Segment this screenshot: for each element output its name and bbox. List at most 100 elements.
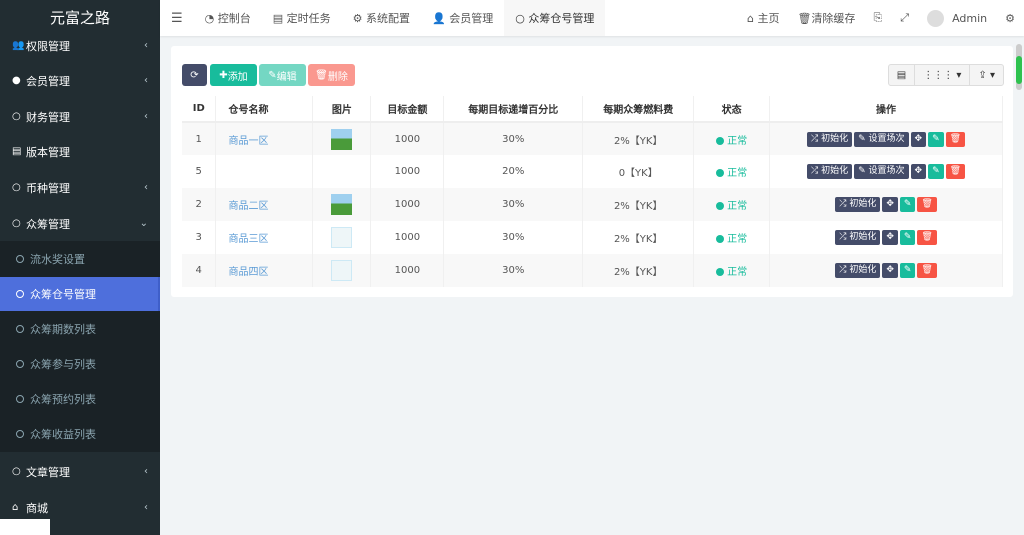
init-button[interactable]: ⤮ 初始化 xyxy=(807,131,853,147)
init-button[interactable]: ⤮ 初始化 xyxy=(835,230,881,245)
drag-move-icon[interactable]: ✥ xyxy=(882,197,898,212)
edit-label: 编辑 xyxy=(276,71,297,83)
translate-icon[interactable]: ⎘ xyxy=(864,11,891,25)
avatar xyxy=(927,9,945,27)
sidebar-item[interactable]: ○ 众筹管理 ⌄ xyxy=(0,206,160,241)
submenu-item-label: 流水奖设置 xyxy=(30,253,85,266)
submenu-item[interactable]: 众筹收益列表 xyxy=(0,417,160,451)
cell-image xyxy=(312,155,372,188)
product-image[interactable] xyxy=(331,128,353,150)
scrollbar[interactable] xyxy=(1016,44,1022,90)
set-round-label: 设置场次 xyxy=(868,133,905,144)
cell-amount: 1000 xyxy=(370,155,445,188)
clear-cache-button[interactable]: 🗑 清除缓存 xyxy=(788,10,864,26)
edit-row-button[interactable]: ✎ xyxy=(928,164,944,179)
submenu-item-label: 众筹仓号管理 xyxy=(30,288,96,301)
header-tab[interactable]: ▤ 定时任务 xyxy=(262,0,342,36)
cell-fee: 0【YK】 xyxy=(582,155,695,188)
cell-operations: ⤮ 初始化 ✥ ✎ 🗑 xyxy=(769,221,1003,254)
tab-label: 控制台 xyxy=(217,12,251,25)
edit-button[interactable]: ✎ 编辑 xyxy=(259,64,306,86)
cell-percent: 30% xyxy=(443,188,584,221)
header-tab[interactable]: ◔ 控制台 xyxy=(194,0,262,36)
header-tab[interactable]: ⚙ 系统配置 xyxy=(342,0,421,36)
chevron-icon: ‹ xyxy=(144,111,148,122)
cell-fee: 2%【YK】 xyxy=(582,122,695,155)
user-menu[interactable]: Admin xyxy=(918,9,996,27)
sidebar-item[interactable]: ○ 财务管理 ‹ xyxy=(0,99,160,134)
init-label: 初始化 xyxy=(849,265,877,275)
home-link[interactable]: ⌂ 主页 xyxy=(738,10,788,26)
columns-button[interactable]: ⋮⋮⋮ ▾ xyxy=(915,65,971,85)
column-header: 每期目标递增百分比 xyxy=(443,96,584,123)
set-round-button[interactable]: ✎ 设置场次 xyxy=(854,164,909,179)
circle-icon: ○ xyxy=(12,466,21,477)
delete-row-button[interactable]: 🗑 xyxy=(917,197,937,212)
drag-move-icon[interactable]: ✥ xyxy=(882,230,898,245)
cell-status: 正常 xyxy=(693,221,771,254)
product-image[interactable] xyxy=(331,227,353,248)
cell-operations: ⤮ 初始化 ✥ ✎ 🗑 xyxy=(769,188,1003,221)
circle-icon xyxy=(16,325,24,333)
drag-move-icon[interactable]: ✥ xyxy=(882,263,898,278)
cell-name[interactable]: 商品二区 xyxy=(215,188,314,221)
submenu: 流水奖设置众筹仓号管理众筹期数列表 众筹参与列表 众筹预约列表 众筹收益列表 xyxy=(0,241,160,452)
submenu-item[interactable]: 众筹预约列表 xyxy=(0,382,160,416)
sidebar-item[interactable]: ▤ 版本管理 xyxy=(0,134,160,169)
set-round-button[interactable]: ✎ 设置场次 xyxy=(854,131,909,147)
refresh-icon: ⟳ xyxy=(190,69,199,81)
status-label: 正常 xyxy=(727,168,748,179)
cell-image xyxy=(312,221,372,254)
submenu-item[interactable]: 众筹仓号管理 xyxy=(0,277,160,311)
drag-move-icon[interactable]: ✥ xyxy=(910,131,927,147)
refresh-button[interactable]: ⟳ xyxy=(182,64,207,86)
add-button[interactable]: ✚ 添加 xyxy=(210,64,257,86)
column-header: 仓号名称 xyxy=(215,96,314,123)
fullscreen-icon[interactable]: ⤢ xyxy=(891,11,918,25)
delete-row-button[interactable]: 🗑 xyxy=(917,230,937,245)
delete-row-button[interactable]: 🗑 xyxy=(945,164,966,179)
submenu-item[interactable]: 众筹参与列表 xyxy=(0,347,160,381)
delete-row-button[interactable]: 🗑 xyxy=(945,131,966,147)
init-button[interactable]: ⤮ 初始化 xyxy=(835,197,881,212)
edit-row-button[interactable]: ✎ xyxy=(899,230,916,245)
sidebar-item[interactable]: ○ 币种管理 ‹ xyxy=(0,170,160,205)
users-icon: 👥 xyxy=(12,40,25,51)
table-row: 5 1000 20% 0【YK】 正常 ⤮ 初始化 ✎ 设置场次 ✥ ✎ 🗑 xyxy=(182,155,1003,188)
submenu-item[interactable]: 众筹期数列表 xyxy=(0,312,160,346)
sidebar-item[interactable]: ● 会员管理 ‹ xyxy=(0,63,160,98)
clear-cache-label: 清除缓存 xyxy=(811,12,856,25)
edit-row-button[interactable]: ✎ xyxy=(928,131,944,147)
toggle-view-button[interactable]: ▤ xyxy=(889,65,916,85)
sidebar-item[interactable]: ○ 文章管理 ‹ xyxy=(0,454,160,489)
cell-name[interactable]: 商品一区 xyxy=(215,122,314,155)
edit-row-button[interactable]: ✎ xyxy=(899,263,916,278)
init-label: 初始化 xyxy=(821,166,849,176)
header-tab[interactable]: ○ 众筹仓号管理 xyxy=(504,0,606,36)
export-button[interactable]: ⇪ ▾ xyxy=(970,65,1003,85)
settings-icon[interactable]: ⚙ xyxy=(996,12,1024,25)
cell-id: 2 xyxy=(182,188,217,221)
init-button[interactable]: ⤮ 初始化 xyxy=(807,164,853,179)
product-image[interactable] xyxy=(331,260,353,281)
sidebar-item[interactable]: 👥 权限管理 ‹ xyxy=(0,28,160,63)
submenu-item[interactable]: 流水奖设置 xyxy=(0,242,160,276)
content-panel: ⟳ ✚ 添加 ✎ 编辑 🗑 删除 ▤ ⋮⋮⋮ ▾ ⇪ ▾ ID 仓号名称 图片 目标金额 每期… xyxy=(171,46,1013,297)
drag-move-icon[interactable]: ✥ xyxy=(910,164,927,179)
delete-button[interactable]: 🗑 删除 xyxy=(308,64,355,86)
product-image[interactable] xyxy=(331,194,353,215)
cell-name[interactable]: 商品四区 xyxy=(215,254,314,287)
cell-name[interactable]: 商品三区 xyxy=(215,221,314,254)
menu-toggle[interactable]: ☰ xyxy=(160,0,194,36)
delete-row-button[interactable]: 🗑 xyxy=(917,263,937,278)
init-label: 初始化 xyxy=(821,133,849,144)
cell-name[interactable] xyxy=(215,155,314,188)
status-dot-icon xyxy=(716,169,725,177)
init-button[interactable]: ⤮ 初始化 xyxy=(835,263,881,278)
tab-label: 会员管理 xyxy=(449,12,494,25)
header-tab[interactable]: 👤 会员管理 xyxy=(421,0,504,36)
chevron-icon: ‹ xyxy=(144,502,148,513)
sidebar: 元富之路 👥 权限管理 ‹ ● 会员管理 ‹ ○ 财务管理 ‹ ▤ 版本管理 ○ 币种管理 ‹ ○ 众筹管理 ⌄… xyxy=(0,0,160,535)
blank-box xyxy=(0,519,50,535)
edit-row-button[interactable]: ✎ xyxy=(899,197,916,212)
